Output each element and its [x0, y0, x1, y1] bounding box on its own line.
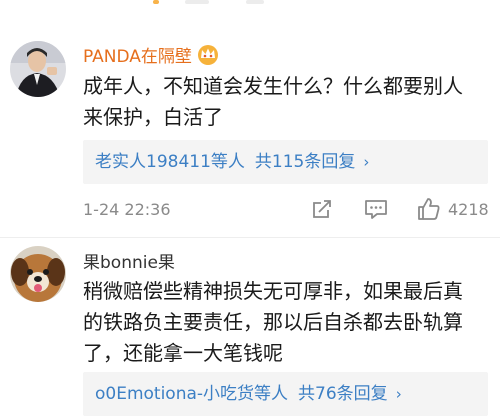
tab-indicator	[185, 0, 209, 4]
comment-username[interactable]: PANDA在隔壁	[83, 42, 220, 67]
comment-meta: 1-24 22:36 4218	[83, 196, 493, 226]
comment-icon[interactable]	[363, 196, 389, 222]
like-count: 4218	[448, 200, 489, 219]
comment-text: 成年人，不知道会发生什么？什么都要别人 来保护，白活了	[83, 74, 463, 129]
reply-names: 老实人198411等人	[95, 152, 245, 172]
avatar[interactable]	[10, 246, 66, 302]
comment-divider	[0, 237, 500, 238]
crown-icon	[197, 45, 218, 65]
reply-summary-button[interactable]: o0Emotiona-小吃货等人 共76条回复 ›	[83, 372, 488, 416]
like-icon[interactable]	[416, 196, 442, 222]
tab-indicator-active	[153, 0, 159, 4]
reply-total: 共115条回复	[254, 152, 356, 172]
comment-username[interactable]: 果bonnie果	[83, 248, 175, 273]
top-tab-indicator	[0, 0, 500, 12]
tab-indicator	[246, 0, 264, 4]
reply-total: 共76条回复	[298, 384, 388, 404]
comment-text: 稍微赔偿些精神损失无可厚非，如果最后真 的铁路负主要责任，那以后自杀都去卧轨算 …	[83, 279, 463, 365]
avatar[interactable]	[10, 41, 66, 97]
chevron-right-icon: ›	[363, 153, 370, 171]
reply-summary-button[interactable]: 老实人198411等人 共115条回复 ›	[83, 140, 488, 184]
avatar-image	[10, 41, 66, 97]
chevron-right-icon: ›	[395, 385, 402, 403]
comment-time: 1-24 22:36	[83, 200, 171, 219]
reply-names: o0Emotiona-小吃货等人	[95, 384, 289, 404]
avatar-image	[10, 246, 66, 302]
share-icon[interactable]	[309, 196, 335, 222]
